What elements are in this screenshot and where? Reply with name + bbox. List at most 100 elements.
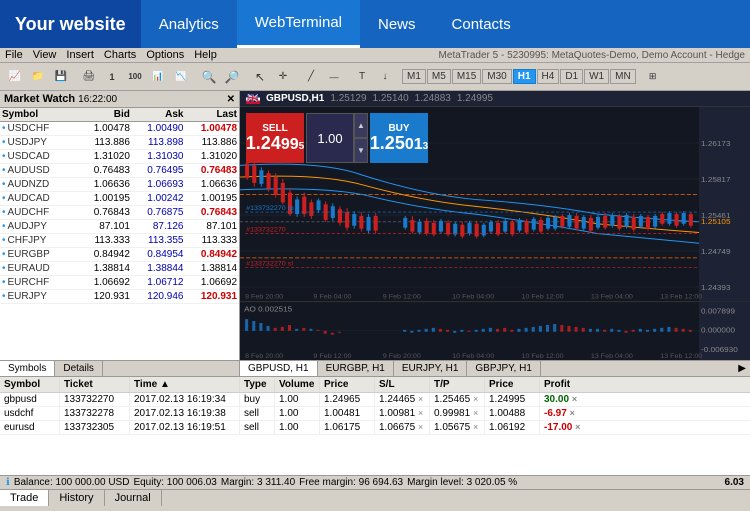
tf-d1[interactable]: D1: [560, 69, 583, 84]
list-item[interactable]: •EURJPY 120.931 120.946 120.931: [0, 290, 239, 304]
svg-text:1.25817: 1.25817: [701, 175, 731, 184]
trade-table-header: Symbol Ticket Time ▲ Type Volume Price S…: [0, 377, 750, 393]
lot-down[interactable]: ▼: [354, 138, 368, 163]
status-bar: ℹ Balance: 100 000.00 USD Equity: 100 00…: [0, 475, 750, 489]
list-item[interactable]: •EURGBP 0.84942 0.84954 0.84942: [0, 248, 239, 262]
tb-save[interactable]: 💾: [50, 66, 72, 88]
chart-tab-eurjpy[interactable]: EURJPY, H1: [394, 361, 468, 376]
status-balance: Balance: 100 000.00 USD: [14, 477, 130, 488]
nav-analytics[interactable]: Analytics: [141, 0, 237, 48]
tf-m5[interactable]: M5: [427, 69, 451, 84]
status-profit: 6.03: [725, 477, 744, 488]
tb-indicator[interactable]: 📉: [170, 66, 192, 88]
lot-arrows: ▲ ▼: [354, 113, 368, 163]
tb-open[interactable]: 📁: [27, 66, 49, 88]
svg-text:8 Feb 20:00: 8 Feb 20:00: [245, 353, 283, 360]
svg-text:AO 0.002515: AO 0.002515: [244, 305, 293, 314]
list-item[interactable]: •USDCAD 1.31020 1.31030 1.31020: [0, 150, 239, 164]
tb-bar[interactable]: 📊: [147, 66, 169, 88]
tb-print[interactable]: 🖨: [78, 66, 100, 88]
svg-text:9 Feb 04:00: 9 Feb 04:00: [313, 294, 351, 301]
chart-low-val: 1.24883: [415, 93, 451, 104]
chart-tab-eurgbp[interactable]: EURGBP, H1: [318, 361, 394, 376]
tb-hline[interactable]: —: [323, 66, 345, 88]
chart-tab-gbpjpy-label: GBPJPY, H1: [475, 363, 532, 374]
col-ticket: Ticket: [60, 377, 130, 392]
col-time[interactable]: Time ▲: [130, 377, 240, 392]
list-item[interactable]: •AUDNZD 1.06636 1.06693 1.06636: [0, 178, 239, 192]
list-item[interactable]: •AUDJPY 87.101 87.126 87.101: [0, 220, 239, 234]
tb-1[interactable]: 1: [101, 66, 123, 88]
svg-text:0.007899: 0.007899: [701, 306, 736, 315]
buy-pips: 01: [405, 137, 423, 153]
lot-up[interactable]: ▲: [354, 113, 368, 138]
mw-tab-symbols[interactable]: Symbols: [0, 361, 55, 376]
tb-grid[interactable]: ⊞: [642, 66, 664, 88]
buy-button[interactable]: BUY 1.25 01 3: [370, 113, 428, 163]
list-item[interactable]: •AUDUSD 0.76483 0.76495 0.76483: [0, 164, 239, 178]
menu-view[interactable]: View: [33, 49, 57, 61]
trade-rows: gbpusd 133732270 2017.02.13 16:19:34 buy…: [0, 393, 750, 475]
lot-container: ▲ ▼: [306, 113, 368, 163]
table-row[interactable]: eurusd 133732305 2017.02.13 16:19:51 sel…: [0, 421, 750, 435]
trade-tab-history[interactable]: History: [49, 490, 104, 506]
tb-arrow[interactable]: ↓: [374, 66, 396, 88]
chart-tab-eurjpy-label: EURJPY, H1: [402, 363, 459, 374]
tb-zoom-in[interactable]: 🔍: [198, 66, 220, 88]
nav-webterminal[interactable]: WebTerminal: [237, 0, 360, 48]
menu-options[interactable]: Options: [146, 49, 184, 61]
menu-insert[interactable]: Insert: [66, 49, 94, 61]
nav-contacts[interactable]: Contacts: [434, 0, 529, 48]
chart-tabs: GBPUSD, H1 EURGBP, H1 EURJPY, H1 GBPJPY,…: [240, 360, 750, 376]
tf-m30[interactable]: M30: [482, 69, 511, 84]
tb-new-chart[interactable]: 📈: [4, 66, 26, 88]
menu-charts[interactable]: Charts: [104, 49, 136, 61]
mw-close-btn[interactable]: ✕: [227, 94, 235, 105]
tf-mn[interactable]: MN: [610, 69, 636, 84]
nav-news[interactable]: News: [360, 0, 434, 48]
sell-super: 5: [299, 141, 305, 152]
tf-m15[interactable]: M15: [452, 69, 481, 84]
list-item[interactable]: •EURAUD 1.38814 1.38844 1.38814: [0, 262, 239, 276]
chart-open-label: 1.25129: [330, 93, 366, 104]
tb-cursor[interactable]: ↖: [249, 66, 271, 88]
chart-tab-gbpjpy[interactable]: GBPJPY, H1: [467, 361, 541, 376]
menu-file[interactable]: File: [5, 49, 23, 61]
table-row[interactable]: usdchf 133732278 2017.02.13 16:19:38 sel…: [0, 407, 750, 421]
trade-panel: SELL 1.24 99 5 ▲ ▼: [246, 113, 428, 163]
list-item[interactable]: •EURCHF 1.06692 1.06712 1.06692: [0, 276, 239, 290]
mw-tab-details[interactable]: Details: [55, 361, 103, 376]
list-item[interactable]: •AUDCAD 1.00195 1.00242 1.00195: [0, 192, 239, 206]
buy-super: 3: [423, 141, 429, 152]
chart-tab-gbpusd[interactable]: GBPUSD, H1: [240, 361, 318, 376]
main-area: Market Watch 16:22:00 ✕ Symbol Bid Ask L…: [0, 91, 750, 506]
chart-tab-eurgbp-label: EURGBP, H1: [326, 363, 385, 374]
trade-tab-journal[interactable]: Journal: [105, 490, 162, 506]
list-item[interactable]: •AUDCHF 0.76843 0.76875 0.76843: [0, 206, 239, 220]
table-row[interactable]: gbpusd 133732270 2017.02.13 16:19:34 buy…: [0, 393, 750, 407]
tb-zoom-out[interactable]: 🔎: [221, 66, 243, 88]
tf-m1[interactable]: M1: [402, 69, 426, 84]
svg-text:13 Feb 04:00: 13 Feb 04:00: [591, 353, 633, 360]
site-title: Your website: [0, 0, 141, 48]
sell-button[interactable]: SELL 1.24 99 5: [246, 113, 304, 163]
svg-text:#133732270: #133732270: [246, 227, 286, 234]
list-item[interactable]: •USDCHF 1.00478 1.00490 1.00478: [0, 122, 239, 136]
tb-line[interactable]: ╱: [300, 66, 322, 88]
tf-w1[interactable]: W1: [584, 69, 609, 84]
list-item[interactable]: •CHFJPY 113.333 113.355 113.333: [0, 234, 239, 248]
chart-flag-uk: 🇬🇧: [246, 94, 260, 104]
svg-text:0.000000: 0.000000: [701, 326, 736, 335]
tb-crosshair[interactable]: ✛: [272, 66, 294, 88]
list-item[interactable]: •USDJPY 113.886 113.898 113.886: [0, 136, 239, 150]
toolbar: 📈 📁 💾 🖨 1 100 📊 📉 🔍 🔎 ↖ ✛ ╱ — T ↓ M1 M5 …: [0, 63, 750, 91]
lot-input[interactable]: [306, 113, 354, 163]
tf-h4[interactable]: H4: [537, 69, 560, 84]
col-symbol: Symbol: [0, 377, 60, 392]
tb-text[interactable]: T: [351, 66, 373, 88]
menu-help[interactable]: Help: [194, 49, 217, 61]
chart-tab-scroll-right[interactable]: ▶: [734, 361, 750, 376]
tf-h1[interactable]: H1: [513, 69, 536, 84]
tb-100[interactable]: 100: [124, 66, 146, 88]
trade-tab-trade[interactable]: Trade: [0, 490, 49, 506]
